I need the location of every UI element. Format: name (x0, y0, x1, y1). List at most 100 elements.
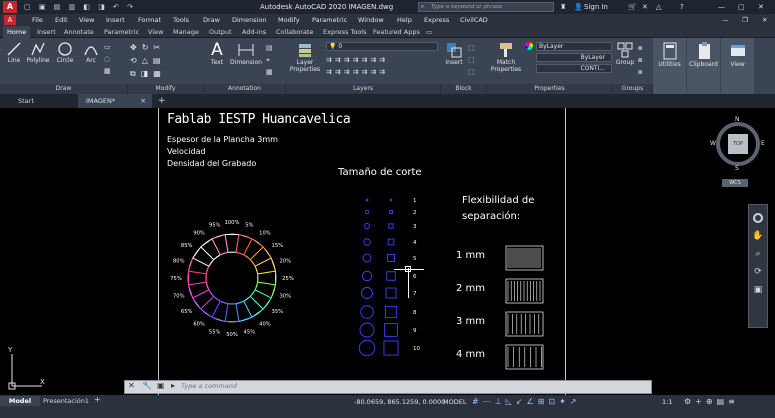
menu-minimize[interactable]: — (722, 14, 729, 26)
command-wrench-icon[interactable]: 🔧 (142, 381, 152, 390)
user-icon[interactable]: 👤 (574, 0, 583, 14)
view-panel-button[interactable]: View (721, 38, 754, 94)
layer-tool-icons[interactable]: ⇉⇉⇉⇉⇉⇉⇉ ⇉⇉⇉⇉⇉⇉⇉ (326, 54, 438, 80)
navigation-bar[interactable]: ✋ ⌕ ⟳ ▣ (748, 204, 768, 328)
model-space-button[interactable]: MODEL (443, 398, 466, 406)
tab-express-tools[interactable]: Express Tools (323, 26, 366, 38)
ribbon-toggle-icon[interactable]: ▭ (426, 26, 432, 38)
panel-block[interactable]: Block (441, 84, 487, 94)
exchange-icon[interactable]: ✕ (642, 0, 648, 14)
search-input[interactable]: ⌕ Type a keyword or phrase (418, 2, 554, 12)
annotation-small-tools[interactable]: ▤ ⌖ ▦ (266, 42, 273, 78)
layout-tab-model[interactable]: Model (0, 396, 40, 406)
tab-insert[interactable]: Insert (37, 26, 56, 38)
cart-icon[interactable]: 🛒 (628, 0, 637, 14)
coordinates-readout[interactable]: -80.0659, 865.1259, 0.0000 (354, 398, 445, 406)
tab-home[interactable]: Home (3, 26, 31, 38)
match-properties-button[interactable]: Match Properties (489, 41, 523, 73)
line-tool[interactable]: Line (4, 41, 24, 64)
menu-insert[interactable]: Insert (106, 14, 125, 26)
drawing-canvas[interactable]: Fablab IESTP Huancavelica Espesor de la … (0, 108, 775, 395)
menu-view[interactable]: View (79, 14, 94, 26)
tab-add-ins[interactable]: Add-ins (242, 26, 266, 38)
viewcube-east[interactable]: E (761, 140, 765, 147)
status-right-icons[interactable]: ⚙+⊕▤≡ (684, 397, 774, 409)
lineweight-dropdown[interactable]: ByLayer (536, 53, 612, 62)
menu-window[interactable]: Window (358, 14, 384, 26)
tab-featured-apps[interactable]: Featured Apps (373, 26, 420, 38)
file-tab-start[interactable]: Start (18, 94, 34, 108)
layer-dropdown[interactable]: 💡 0 (326, 42, 438, 51)
menu-edit[interactable]: Edit (55, 14, 68, 26)
color-dropdown[interactable]: ByLayer (536, 42, 612, 51)
status-toggle-icons[interactable]: #⋯⊥◺↙∠⊞⊡✦↗ (472, 397, 652, 409)
a360-icon[interactable]: △ (656, 0, 661, 14)
color-wheel-icon[interactable] (525, 42, 533, 50)
circle-tool[interactable]: Circle (54, 41, 76, 64)
quick-access-icons[interactable]: ▢ ▣ ▤ ▥ ◧ ◨ ↶ ↷ (24, 0, 136, 14)
menu-parametric[interactable]: Parametric (312, 14, 347, 26)
viewcube-south[interactable]: S (735, 165, 739, 172)
panel-groups[interactable]: Groups (613, 84, 653, 94)
new-layout-button[interactable]: + (94, 395, 101, 404)
autocad-logo[interactable]: A (3, 1, 17, 13)
nav-showmotion-icon[interactable]: ▣ (749, 285, 767, 295)
menu-restore[interactable]: ❐ (742, 14, 748, 26)
clipboard-button[interactable]: Clipboard (687, 38, 720, 94)
menu-express[interactable]: Express (424, 14, 449, 26)
menu-help[interactable]: Help (397, 14, 412, 26)
menu-tools[interactable]: Tools (173, 14, 189, 26)
menu-dimension[interactable]: Dimension (232, 14, 267, 26)
file-tab-imagen[interactable]: IMAGEN* ✕ (78, 94, 152, 108)
arc-tool[interactable]: Arc (80, 41, 102, 64)
nav-pan-icon[interactable]: ✋ (749, 231, 767, 241)
viewcube[interactable]: TOP N S W E (710, 116, 766, 172)
panel-modify[interactable]: Modify (128, 84, 204, 94)
tab-manage[interactable]: Manage (173, 26, 199, 38)
modify-tools[interactable]: ✥↻✂ ⟲△▤ ⧉◨▦ (130, 41, 200, 81)
viewcube-north[interactable]: N (735, 116, 740, 123)
close-button[interactable]: ✕ (758, 0, 764, 14)
nav-steering-wheel-icon[interactable] (753, 213, 763, 223)
linetype-dropdown[interactable]: CONTI... (536, 64, 612, 73)
command-recent-icon[interactable]: ▣ (157, 381, 165, 390)
insert-block-button[interactable]: Insert (443, 41, 465, 66)
annotation-scale[interactable]: 1:1 (662, 398, 672, 406)
binoculars-icon[interactable]: ♜ (560, 0, 566, 14)
menu-close[interactable]: ✕ (762, 14, 767, 26)
group-button[interactable]: Group (614, 41, 636, 66)
menu-draw[interactable]: Draw (203, 14, 220, 26)
utilities-button[interactable]: Utilities (653, 38, 686, 94)
text-tool[interactable]: A Text (206, 41, 228, 66)
group-small-tools[interactable]: ⧈ ⧈ ⧈ (638, 42, 642, 78)
menu-civilcad[interactable]: CivilCAD (460, 14, 488, 26)
tab-view[interactable]: View (148, 26, 163, 38)
block-small-tools[interactable]: ⬚ ⬚ ⬚ (468, 42, 475, 78)
new-tab-button[interactable]: + (158, 94, 166, 108)
layer-properties-button[interactable]: Layer Properties (287, 41, 323, 73)
layout-tab-presentacion1[interactable]: Presentación1 (42, 396, 90, 406)
app-menu-icon[interactable]: A (4, 15, 16, 25)
dimension-tool[interactable]: Dimension (229, 41, 263, 66)
panel-layers[interactable]: Layers (286, 84, 441, 94)
viewcube-west[interactable]: W (710, 140, 716, 147)
panel-properties[interactable]: Properties (487, 84, 613, 94)
menu-modify[interactable]: Modify (278, 14, 300, 26)
tab-collaborate[interactable]: Collaborate (276, 26, 313, 38)
command-input[interactable]: Type a command (181, 382, 237, 390)
wcs-menu[interactable]: WCS (722, 179, 748, 187)
menu-format[interactable]: Format (138, 14, 161, 26)
tab-parametric[interactable]: Parametric (104, 26, 139, 38)
viewcube-top-face[interactable]: TOP (728, 134, 748, 154)
maximize-button[interactable]: ▢ (738, 0, 745, 14)
command-line[interactable]: ✕ 🔧 ▣ ▸ Type a command (124, 380, 652, 394)
minimize-button[interactable]: — (718, 0, 725, 14)
tab-annotate[interactable]: Annotate (64, 26, 94, 38)
draw-small-tools[interactable]: ▭ ◌ ▦ (104, 41, 126, 81)
nav-orbit-icon[interactable]: ⟳ (749, 267, 767, 277)
tab-output[interactable]: Output (209, 26, 232, 38)
nav-zoom-icon[interactable]: ⌕ (749, 249, 767, 259)
sign-in-button[interactable]: Sign In (584, 0, 608, 14)
panel-annotation[interactable]: Annotation (204, 84, 286, 94)
help-icon[interactable]: ? (680, 0, 684, 14)
